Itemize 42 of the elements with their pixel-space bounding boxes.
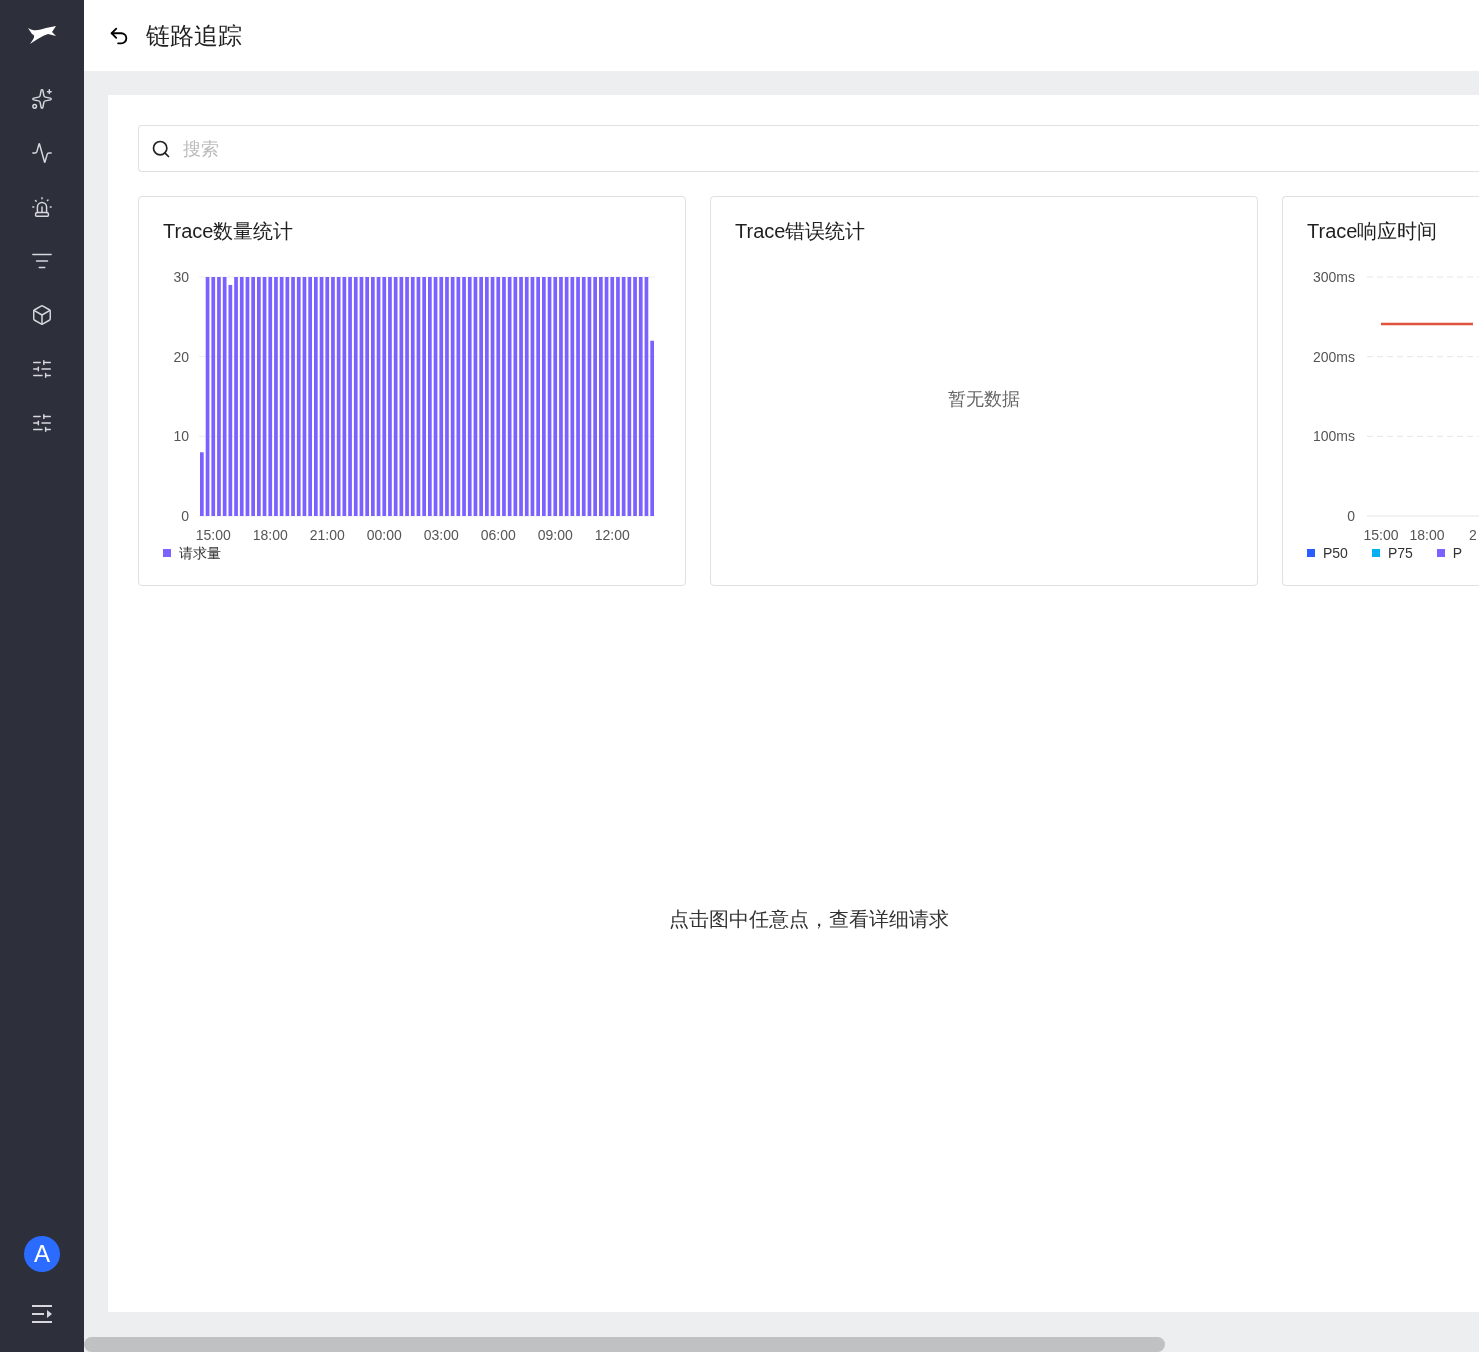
- sliders-icon[interactable]: [31, 358, 53, 380]
- search-bar[interactable]: 搜索: [138, 125, 1479, 172]
- sparkles-icon[interactable]: [31, 88, 53, 110]
- logo-icon: [26, 24, 58, 46]
- axis-label: 15:00: [195, 527, 231, 543]
- expand-menu-icon[interactable]: [31, 1304, 53, 1324]
- axis-label: 06:00: [480, 527, 516, 543]
- axis-label: 0: [1347, 508, 1355, 524]
- axis-label: 03:00: [423, 527, 459, 543]
- legend-label: P50: [1323, 544, 1348, 563]
- axis-label: 0: [181, 508, 189, 524]
- axis-label: 21:00: [309, 527, 345, 543]
- axis-label: 15:00: [1363, 527, 1399, 543]
- pulse-icon[interactable]: [31, 142, 53, 164]
- card-title: Trace响应时间: [1306, 219, 1439, 244]
- legend-label: P75: [1387, 544, 1413, 563]
- scrollbar[interactable]: [84, 1337, 1165, 1352]
- axis-label: 00:00: [366, 527, 402, 543]
- card-title: Trace数量统计: [162, 219, 295, 244]
- axis-label: 100ms: [1312, 428, 1355, 445]
- legend-label: 请求量: [179, 544, 221, 563]
- siren-icon[interactable]: [31, 196, 53, 218]
- cube-icon[interactable]: [31, 304, 53, 326]
- empty-message: 暂无数据: [948, 388, 1020, 411]
- axis-label: 18:00: [252, 527, 288, 543]
- user-avatar[interactable]: A: [24, 1236, 60, 1272]
- legend-label: P: [1452, 544, 1463, 563]
- axis-label: 12:00: [594, 527, 630, 543]
- axis-label: 2: [1469, 527, 1477, 543]
- axis-label: 18:00: [1409, 527, 1445, 543]
- hint-text: 点击图中任意点，查看详细请求: [668, 907, 949, 932]
- page-title: 链路追踪: [146, 20, 242, 51]
- axis-label: 30: [173, 269, 189, 285]
- sliders-icon[interactable]: [31, 412, 53, 434]
- axis-label: 20: [173, 348, 189, 365]
- axis-label: 09:00: [537, 527, 573, 543]
- search-icon: [151, 138, 171, 159]
- axis-label: 200ms: [1312, 348, 1355, 365]
- axis-label: 300ms: [1312, 269, 1355, 285]
- axis-label: 10: [173, 428, 189, 445]
- search-input[interactable]: 搜索: [183, 134, 1467, 163]
- card-title: Trace错误统计: [734, 219, 867, 244]
